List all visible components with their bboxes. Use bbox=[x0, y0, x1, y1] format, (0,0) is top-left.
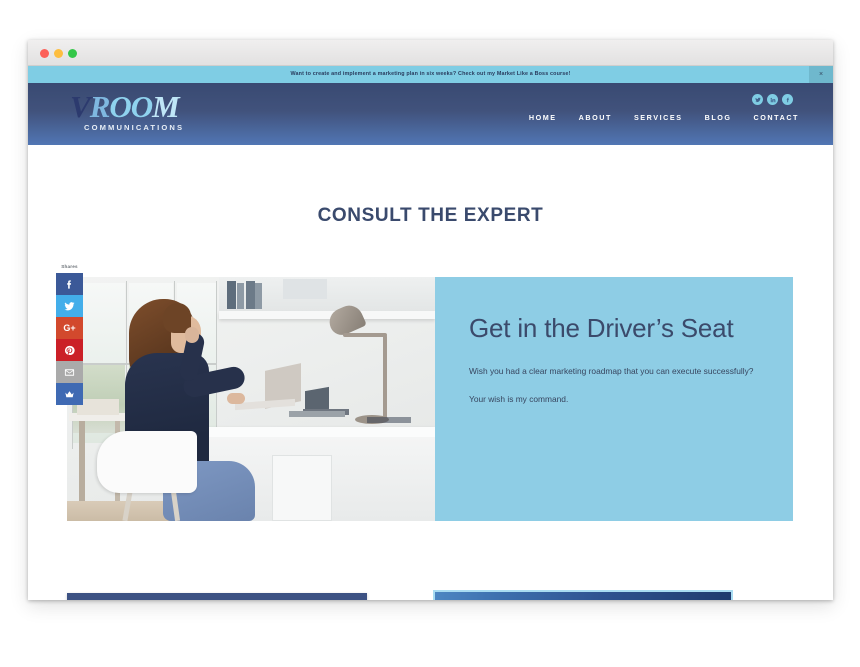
video-preview-card[interactable] bbox=[433, 590, 733, 600]
announcement-bar: Want to create and implement a marketing… bbox=[28, 66, 833, 83]
share-facebook-icon[interactable] bbox=[56, 273, 83, 295]
share-count-label: Shares bbox=[61, 264, 78, 269]
announcement-text[interactable]: Want to create and implement a marketing… bbox=[28, 66, 833, 83]
nav-item-blog[interactable]: BLOG bbox=[705, 113, 732, 122]
nav-item-contact[interactable]: CONTACT bbox=[754, 113, 799, 122]
share-twitter-icon[interactable] bbox=[56, 295, 83, 317]
window-minimize-button[interactable] bbox=[54, 49, 63, 58]
logo-letter-r: R bbox=[89, 89, 111, 124]
hero-section: Get in the Driver’s Seat Wish you had a … bbox=[67, 277, 793, 521]
browser-window: Want to create and implement a marketing… bbox=[28, 40, 833, 600]
window-maximize-button[interactable] bbox=[68, 49, 77, 58]
nav-item-home[interactable]: HOME bbox=[529, 113, 557, 122]
hero-image bbox=[67, 277, 435, 521]
twitter-icon[interactable] bbox=[752, 94, 763, 105]
announcement-close-button[interactable]: × bbox=[809, 66, 833, 83]
hero-heading: Get in the Driver’s Seat bbox=[469, 313, 734, 343]
google-plus-glyph: G+ bbox=[63, 322, 76, 333]
logo-letters-oo: OO bbox=[109, 89, 153, 124]
share-email-icon[interactable] bbox=[56, 361, 83, 383]
logo-subtitle: COMMUNICATIONS bbox=[84, 123, 185, 132]
share-pinterest-icon[interactable] bbox=[56, 339, 83, 361]
share-google-plus-icon[interactable]: G+ bbox=[56, 317, 83, 339]
site-header: VROOM COMMUNICATIONS HOME ABOUT SERVICES… bbox=[28, 83, 833, 145]
page-viewport: Want to create and implement a marketing… bbox=[28, 66, 833, 600]
window-close-button[interactable] bbox=[40, 49, 49, 58]
hero-paragraph-2: Your wish is my command. bbox=[469, 394, 569, 404]
site-logo[interactable]: VROOM COMMUNICATIONS bbox=[70, 91, 210, 132]
linkedin-icon[interactable] bbox=[767, 94, 778, 105]
hero-text-panel: Get in the Driver’s Seat Wish you had a … bbox=[435, 277, 793, 521]
page-title: CONSULT THE EXPERT bbox=[317, 205, 544, 226]
logo-letter-v: V bbox=[70, 89, 91, 124]
share-more-icon[interactable] bbox=[56, 383, 83, 405]
hero-paragraph-1: Wish you had a clear marketing roadmap t… bbox=[469, 366, 754, 376]
share-rail: Shares G+ bbox=[56, 262, 83, 405]
nav-item-services[interactable]: SERVICES bbox=[634, 113, 683, 122]
main-navigation: HOME ABOUT SERVICES BLOG CONTACT bbox=[529, 113, 799, 122]
share-buttons: G+ bbox=[56, 273, 83, 405]
facebook-icon[interactable] bbox=[782, 94, 793, 105]
logo-wordmark: VROOM bbox=[70, 91, 210, 122]
nav-item-about[interactable]: ABOUT bbox=[579, 113, 612, 122]
header-social-links bbox=[752, 94, 793, 105]
browser-titlebar bbox=[28, 40, 833, 66]
logo-letter-m: M bbox=[152, 89, 180, 124]
consult-package-card: With my Consult the Expert package, we’l… bbox=[67, 593, 367, 600]
